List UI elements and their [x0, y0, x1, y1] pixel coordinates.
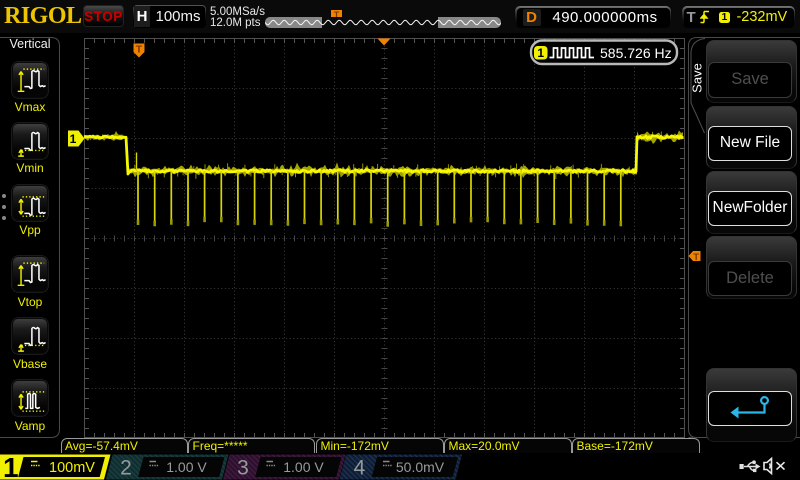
svg-text:4: 4 [354, 457, 366, 480]
svg-text:2: 2 [120, 457, 132, 480]
svg-text:3: 3 [237, 457, 249, 480]
svg-text:50.0mV: 50.0mV [396, 459, 445, 475]
svg-text:1.00 V: 1.00 V [283, 459, 324, 475]
svg-text:1.00 V: 1.00 V [166, 459, 207, 475]
svg-text:100mV: 100mV [49, 460, 95, 476]
svg-text:1: 1 [3, 452, 19, 480]
